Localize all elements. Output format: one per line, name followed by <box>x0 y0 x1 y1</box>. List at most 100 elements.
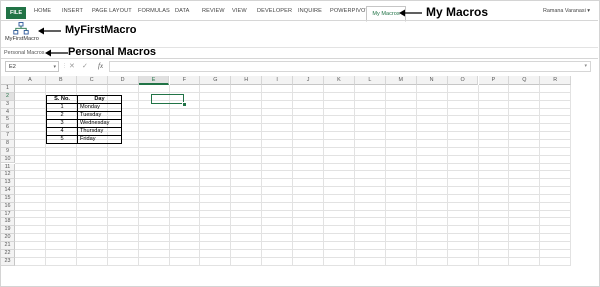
column-header-e[interactable]: E <box>138 76 170 85</box>
column-header-j[interactable]: J <box>293 76 324 85</box>
grid-line <box>15 256 572 258</box>
column-header-a[interactable]: A <box>15 76 46 85</box>
fill-handle[interactable] <box>182 102 187 107</box>
column-header-m[interactable]: M <box>385 76 417 85</box>
arrow-left-icon <box>38 27 61 35</box>
grid-line <box>15 162 572 164</box>
table-cell[interactable]: Tuesday <box>77 111 122 120</box>
table-cell[interactable]: 5 <box>46 135 78 144</box>
column-header-q[interactable]: Q <box>509 76 541 85</box>
table-header[interactable]: S. No. <box>46 95 78 104</box>
row-header-17[interactable]: 17 <box>1 210 15 219</box>
cancel-icon[interactable]: ✕ <box>69 61 75 72</box>
row-header-20[interactable]: 20 <box>1 234 15 242</box>
column-header-i[interactable]: I <box>262 76 294 85</box>
formula-bar: E2 ▾ ⋮ ✕ ✓ fx ▾ <box>1 61 598 73</box>
table-cell[interactable]: Friday <box>77 135 122 144</box>
enter-icon[interactable]: ✓ <box>82 61 88 72</box>
row-header-4[interactable]: 4 <box>1 108 15 117</box>
row-header-18[interactable]: 18 <box>1 218 15 227</box>
row-header-14[interactable]: 14 <box>1 187 15 195</box>
expand-icon[interactable]: ▾ <box>584 63 587 69</box>
table-header-row: S. No. Day <box>46 95 122 104</box>
table-cell[interactable]: 2 <box>46 111 78 120</box>
table-cell[interactable]: Wednesday <box>77 119 122 128</box>
grid-line <box>261 85 263 266</box>
table-cell[interactable]: 1 <box>46 103 78 112</box>
ribbon-tabs: FILE HOME INSERT PAGE LAYOUT FORMULAS DA… <box>1 6 598 22</box>
user-account[interactable]: Ramana Varanasi ▾ <box>543 8 590 14</box>
row-header-1[interactable]: 1 <box>1 85 15 93</box>
row-header-16[interactable]: 16 <box>1 202 15 211</box>
column-header-r[interactable]: R <box>540 76 572 85</box>
row-header-13[interactable]: 13 <box>1 179 15 188</box>
column-header-b[interactable]: B <box>45 76 77 85</box>
column-header-c[interactable]: C <box>76 76 108 85</box>
column-header-d[interactable]: D <box>107 76 139 85</box>
column-header-h[interactable]: H <box>231 76 263 85</box>
row-header-8[interactable]: 8 <box>1 139 15 148</box>
grid-line <box>168 85 170 266</box>
table-cell[interactable]: Thursday <box>77 127 122 136</box>
row-header-6[interactable]: 6 <box>1 124 15 133</box>
column-header-g[interactable]: G <box>200 76 232 85</box>
name-box[interactable]: E2 ▾ <box>5 61 59 72</box>
row-header-23[interactable]: 23 <box>1 257 15 266</box>
arrow-left-icon <box>45 49 68 57</box>
table-header[interactable]: Day <box>77 95 122 104</box>
column-header-o[interactable]: O <box>447 76 479 85</box>
row-header-22[interactable]: 22 <box>1 249 15 258</box>
grid-line <box>15 170 572 172</box>
tab-page-layout[interactable]: PAGE LAYOUT <box>92 8 132 14</box>
row-header-10[interactable]: 10 <box>1 155 15 164</box>
table-row: 5 Friday <box>46 135 122 144</box>
user-name: Ramana Varanasi <box>543 8 586 14</box>
tab-home[interactable]: HOME <box>34 8 51 14</box>
tab-insert[interactable]: INSERT <box>62 8 83 14</box>
tab-file[interactable]: FILE <box>6 7 26 19</box>
row-header-7[interactable]: 7 <box>1 132 15 140</box>
chevron-down-icon[interactable]: ▾ <box>53 62 56 73</box>
table-cell[interactable]: 4 <box>46 127 78 136</box>
row-header-21[interactable]: 21 <box>1 242 15 250</box>
tab-powerpivot[interactable]: POWERPIVOT <box>330 8 369 14</box>
grid-line <box>15 217 572 219</box>
grid-line <box>508 85 510 266</box>
formula-input[interactable]: ▾ <box>109 61 591 72</box>
tab-data[interactable]: DATA <box>175 8 190 14</box>
column-header-f[interactable]: F <box>169 76 201 85</box>
tab-review[interactable]: REVIEW <box>202 8 225 14</box>
row-header-15[interactable]: 15 <box>1 194 15 203</box>
row-header-9[interactable]: 9 <box>1 147 15 156</box>
macro-button-label[interactable]: MyFirstMacro <box>5 36 39 42</box>
column-header-k[interactable]: K <box>324 76 355 85</box>
table-cell[interactable]: Monday <box>77 103 122 112</box>
column-header-n[interactable]: N <box>416 76 448 85</box>
grid-line <box>15 248 572 250</box>
column-header-l[interactable]: L <box>354 76 386 85</box>
macro-icon[interactable] <box>13 22 29 35</box>
tab-view[interactable]: VIEW <box>232 8 247 14</box>
ribbon-group-label: Personal Macros <box>4 50 45 56</box>
insert-function-icon[interactable]: fx <box>98 61 103 72</box>
select-all-corner[interactable] <box>1 76 15 85</box>
grid-line <box>15 178 572 180</box>
row-header-11[interactable]: 11 <box>1 163 15 172</box>
column-header-p[interactable]: P <box>478 76 510 85</box>
grid-line <box>353 85 355 266</box>
row-header-3[interactable]: 3 <box>1 100 15 109</box>
row-header-2[interactable]: 2 <box>1 92 15 101</box>
selected-cell[interactable] <box>151 94 184 104</box>
tab-inquire[interactable]: INQUIRE <box>298 8 322 14</box>
more-icon: ⋮ <box>62 63 67 69</box>
table-cell[interactable]: 3 <box>46 119 78 128</box>
grid-line <box>137 85 139 266</box>
grid-line <box>539 85 541 266</box>
grid-line <box>323 85 324 266</box>
ribbon-divider <box>1 20 598 21</box>
row-header-5[interactable]: 5 <box>1 116 15 125</box>
row-header-19[interactable]: 19 <box>1 226 15 235</box>
row-header-12[interactable]: 12 <box>1 171 15 180</box>
tab-developer[interactable]: DEVELOPER <box>257 8 292 14</box>
tab-formulas[interactable]: FORMULAS <box>138 8 170 14</box>
